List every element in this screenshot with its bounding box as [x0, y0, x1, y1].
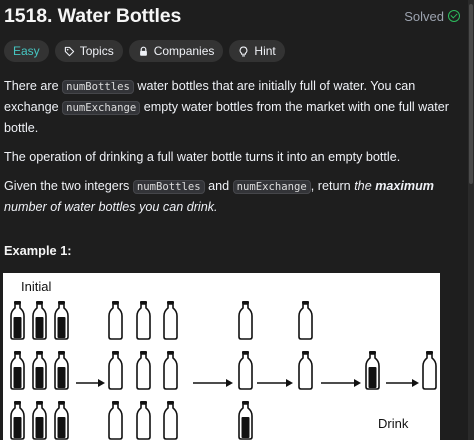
text: maximum [375, 179, 434, 193]
companies-button[interactable]: Companies [128, 40, 224, 62]
code-numexchange: numExchange [62, 101, 141, 115]
drink-label: Drink [378, 416, 409, 431]
full-bottle-icon [32, 301, 47, 340]
empty-bottle-icon [298, 351, 313, 390]
topics-label: Topics [79, 44, 114, 58]
example-title: Example 1: [4, 243, 72, 258]
empty-bottle-icon [108, 301, 123, 340]
text: the [354, 179, 376, 193]
empty-bottle-icon [163, 301, 178, 340]
full-bottle-icon [10, 401, 25, 440]
full-bottle-icon [238, 401, 253, 440]
paragraph-1: There are numBottles water bottles that … [4, 76, 456, 138]
tag-icon [64, 46, 74, 56]
empty-bottle-icon [163, 351, 178, 390]
full-bottle-icon [32, 401, 47, 440]
paragraph-2: The operation of drinking a full water b… [4, 150, 401, 164]
full-bottle-icon [32, 351, 47, 390]
full-bottle-icon [10, 301, 25, 340]
empty-bottle-icon [136, 351, 151, 390]
code-numexchange: numExchange [232, 180, 311, 194]
scrollbar-thumb[interactable] [469, 4, 473, 184]
full-bottle-icon [10, 351, 25, 390]
full-bottle-icon [54, 301, 69, 340]
full-bottle-icon [54, 401, 69, 440]
text: Given the two integers [4, 179, 133, 193]
check-circle-icon [448, 10, 460, 22]
paragraph-3: Given the two integers numBottles and nu… [4, 176, 456, 217]
solved-label: Solved [404, 8, 444, 24]
right-arrow-icon [193, 379, 233, 387]
topics-button[interactable]: Topics [54, 40, 123, 62]
difficulty-label: Easy [13, 44, 40, 58]
companies-label: Companies [153, 44, 215, 58]
problem-description-panel: 1518. Water Bottles Solved Easy Topics C… [0, 0, 468, 440]
lightbulb-icon [239, 46, 248, 56]
empty-bottle-icon [108, 351, 123, 390]
right-arrow-icon [386, 379, 419, 387]
text: number of water bottles you can drink. [4, 200, 218, 214]
code-numbottles: numBottles [132, 180, 205, 194]
right-arrow-icon [321, 379, 361, 387]
right-arrow-icon [257, 379, 293, 387]
tag-bar: Easy Topics Companies Hint [4, 40, 285, 62]
bottle-illustration [10, 301, 437, 440]
right-arrow-icon [76, 379, 105, 387]
solved-status: Solved [404, 9, 460, 24]
text: and [204, 179, 233, 193]
problem-statement: There are numBottles water bottles that … [4, 76, 456, 226]
full-bottle-icon [365, 351, 380, 390]
empty-bottle-icon [238, 351, 253, 390]
scrollbar[interactable] [468, 0, 474, 440]
empty-bottle-icon [298, 301, 313, 340]
text: There are [4, 79, 63, 93]
hint-button[interactable]: Hint [229, 40, 285, 62]
text: , return [310, 179, 355, 193]
empty-bottle-icon [108, 401, 123, 440]
difficulty-badge: Easy [4, 40, 49, 62]
code-numbottles: numBottles [62, 80, 134, 94]
example-figure: Initial Drink [3, 273, 440, 440]
problem-title[interactable]: 1518. Water Bottles [4, 5, 181, 28]
title-row: 1518. Water Bottles Solved [4, 4, 460, 28]
lock-icon [139, 46, 147, 56]
empty-bottle-icon [136, 301, 151, 340]
full-bottle-icon [54, 351, 69, 390]
empty-bottle-icon [422, 351, 437, 390]
hint-label: Hint [254, 44, 276, 58]
empty-bottle-icon [238, 301, 253, 340]
empty-bottle-icon [136, 401, 151, 440]
empty-bottle-icon [163, 401, 178, 440]
initial-label: Initial [21, 279, 52, 294]
